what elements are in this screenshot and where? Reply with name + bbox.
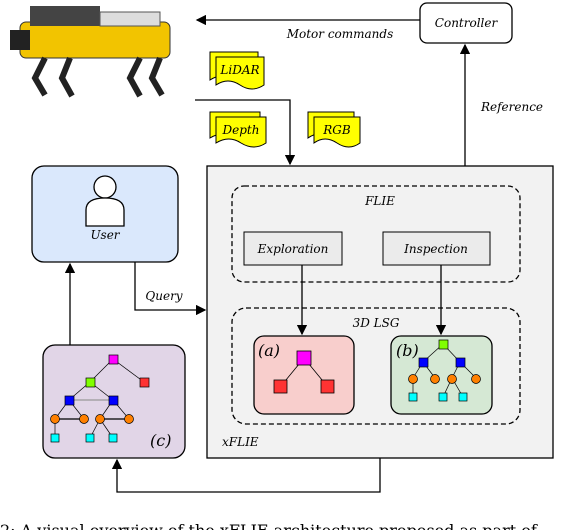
- depth-label: Depth: [222, 123, 260, 137]
- motor-commands-label: Motor commands: [286, 27, 394, 41]
- flie-label: FLIE: [364, 194, 395, 208]
- graph-a-label: (a): [258, 341, 280, 360]
- reference-label: Reference: [480, 100, 543, 114]
- xflie-panel: [206, 165, 554, 459]
- xflie-label: xFLIE: [222, 435, 259, 449]
- caption: 2: A visual overview of the xFLIE archit…: [0, 521, 538, 530]
- rgb-label: RGB: [322, 123, 351, 137]
- feedback-arrow: [111, 458, 381, 493]
- graph-c-label: (c): [150, 431, 171, 450]
- lidar-sensor: LiDAR: [209, 51, 265, 90]
- depth-sensor: Depth: [209, 111, 267, 148]
- architecture-diagram: Controller Motor commands Reference LiDA…: [0, 0, 580, 530]
- robot-image: [10, 6, 171, 98]
- query-label: Query: [145, 289, 182, 303]
- lidar-label: LiDAR: [219, 63, 259, 77]
- user-label: User: [90, 228, 120, 242]
- graph-b-label: (b): [396, 341, 419, 360]
- exploration-label: Exploration: [257, 242, 329, 256]
- inspection-label: Inspection: [403, 242, 468, 256]
- lsg-label: 3D LSG: [353, 316, 400, 330]
- rgb-sensor: RGB: [307, 111, 361, 148]
- controller-label: Controller: [435, 16, 499, 30]
